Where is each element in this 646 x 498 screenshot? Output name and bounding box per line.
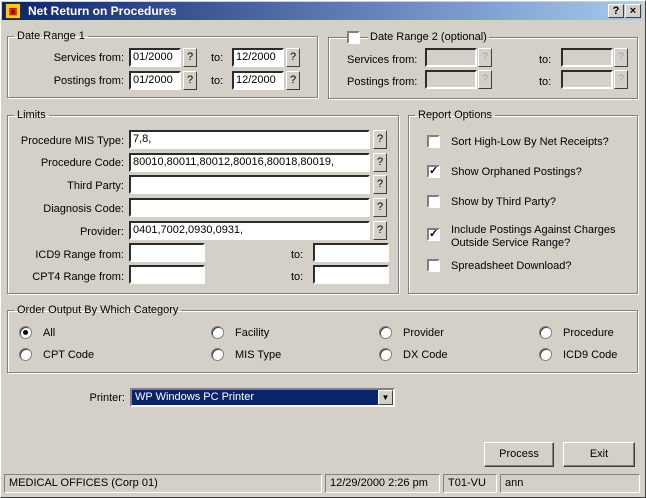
radio-procedure[interactable] <box>539 326 552 339</box>
dr2-postings-to-input[interactable] <box>561 70 613 89</box>
procedure-mis-type-label: Procedure MIS Type: <box>20 135 124 147</box>
radio-all-label: All <box>43 327 56 339</box>
postings-from-label: Postings from: <box>53 75 124 87</box>
postings-to-lookup-button[interactable]: ? <box>286 71 300 90</box>
cpt4-to-input[interactable] <box>313 265 389 284</box>
cpt4-to-label: to: <box>291 271 304 283</box>
printer-select[interactable]: WP Windows PC Printer ▼ <box>130 388 395 407</box>
radio-dx-code-label: DX Code <box>403 349 448 361</box>
title-bar[interactable]: ▣ Net Return on Procedures ? × <box>2 2 642 20</box>
window-title: Net Return on Procedures <box>28 4 177 18</box>
provider-input[interactable]: 0401,7002,0930,0931, <box>129 221 370 240</box>
chevron-down-icon[interactable]: ▼ <box>378 390 393 405</box>
services-from-lookup-button[interactable]: ? <box>183 48 197 67</box>
include-postings-label-line2: Outside Service Range? <box>451 237 571 249</box>
third-party-lookup-button[interactable]: ? <box>373 175 387 194</box>
diagnosis-code-lookup-button[interactable]: ? <box>373 198 387 217</box>
postings-from-lookup-button[interactable]: ? <box>183 71 197 90</box>
radio-mis-type[interactable] <box>211 348 224 361</box>
report-options-legend: Report Options <box>418 109 492 121</box>
dr2-services-to-label: to: <box>539 54 552 66</box>
services-to-input[interactable]: 12/2000 <box>232 48 284 67</box>
app-icon: ▣ <box>5 3 21 19</box>
postings-to-label: to: <box>211 75 224 87</box>
radio-mis-type-label: MIS Type <box>235 349 282 361</box>
dr2-services-to-input[interactable] <box>561 48 613 67</box>
dr2-services-to-lookup-button[interactable]: ? <box>614 48 628 67</box>
procedure-code-lookup-button[interactable]: ? <box>373 153 387 172</box>
icd9-range-label: ICD9 Range from: <box>35 249 124 261</box>
third-party-input[interactable] <box>129 175 370 194</box>
include-postings-label: Include Postings Against Charges <box>451 224 616 236</box>
radio-icd9-code-label: ICD9 Code <box>563 349 618 361</box>
spreadsheet-download-label: Spreadsheet Download? <box>451 260 572 272</box>
radio-procedure-label: Procedure <box>563 327 614 339</box>
date-range-2-checkbox[interactable] <box>347 31 360 44</box>
services-from-label: Services from: <box>53 52 124 64</box>
limits-legend: Limits <box>17 109 46 121</box>
procedure-code-input[interactable]: 80010,80011,80012,80016,80018,80019, <box>129 153 370 172</box>
services-from-input[interactable]: 01/2000 <box>129 48 181 67</box>
show-by-third-party-checkbox[interactable] <box>427 195 440 208</box>
dr2-postings-to-label: to: <box>539 76 552 88</box>
dr2-postings-from-lookup-button[interactable]: ? <box>478 70 492 89</box>
radio-provider-label: Provider <box>403 327 444 339</box>
procedure-mis-type-lookup-button[interactable]: ? <box>373 130 387 149</box>
dr2-postings-from-label: Postings from: <box>347 76 418 88</box>
close-button[interactable]: × <box>625 4 641 18</box>
services-to-label: to: <box>211 52 224 64</box>
show-by-third-party-label: Show by Third Party? <box>451 196 556 208</box>
include-postings-checkbox[interactable]: ✓ <box>427 228 440 241</box>
exit-button[interactable]: Exit <box>563 442 635 467</box>
order-output-legend: Order Output By Which Category <box>17 304 179 316</box>
help-button[interactable]: ? <box>608 4 624 18</box>
printer-label: Printer: <box>89 392 125 404</box>
radio-facility-label: Facility <box>235 327 270 339</box>
radio-cpt-code[interactable] <box>19 348 32 361</box>
services-to-lookup-button[interactable]: ? <box>286 48 300 67</box>
date-range-2-legend: Date Range 2 (optional) <box>368 31 489 43</box>
status-user: ann <box>500 474 640 493</box>
icd9-to-input[interactable] <box>313 243 389 262</box>
procedure-mis-type-input[interactable]: 7,8, <box>129 130 370 149</box>
status-terminal: T01-VU <box>443 474 497 493</box>
radio-icd9-code[interactable] <box>539 348 552 361</box>
process-button[interactable]: Process <box>484 442 554 467</box>
third-party-label: Third Party: <box>67 180 124 192</box>
postings-from-input[interactable]: 01/2000 <box>129 71 181 90</box>
postings-to-input[interactable]: 12/2000 <box>232 71 284 90</box>
icd9-from-input[interactable] <box>129 243 205 262</box>
show-orphaned-label: Show Orphaned Postings? <box>451 166 582 178</box>
cpt4-from-input[interactable] <box>129 265 205 284</box>
status-datetime: 12/29/2000 2:26 pm <box>325 474 440 493</box>
radio-all[interactable] <box>19 326 32 339</box>
date-range-1-legend: Date Range 1 <box>17 30 85 42</box>
diagnosis-code-input[interactable] <box>129 198 370 217</box>
dr2-postings-from-input[interactable] <box>425 70 477 89</box>
cpt4-range-label: CPT4 Range from: <box>32 271 124 283</box>
dr2-services-from-label: Services from: <box>347 54 418 66</box>
show-orphaned-checkbox[interactable]: ✓ <box>427 165 440 178</box>
dr2-services-from-lookup-button[interactable]: ? <box>478 48 492 67</box>
status-office: MEDICAL OFFICES (Corp 01) <box>4 474 322 493</box>
sort-high-low-checkbox[interactable] <box>427 135 440 148</box>
radio-dx-code[interactable] <box>379 348 392 361</box>
provider-label: Provider: <box>79 226 124 238</box>
diagnosis-code-label: Diagnosis Code: <box>43 203 124 215</box>
provider-lookup-button[interactable]: ? <box>373 221 387 240</box>
icd9-to-label: to: <box>291 249 304 261</box>
date-range-2-group <box>328 37 638 99</box>
sort-high-low-label: Sort High-Low By Net Receipts? <box>451 136 609 148</box>
dr2-postings-to-lookup-button[interactable]: ? <box>614 70 628 89</box>
radio-cpt-code-label: CPT Code <box>43 349 95 361</box>
radio-provider[interactable] <box>379 326 392 339</box>
radio-facility[interactable] <box>211 326 224 339</box>
printer-select-value: WP Windows PC Printer <box>135 391 254 403</box>
dr2-services-from-input[interactable] <box>425 48 477 67</box>
spreadsheet-download-checkbox[interactable] <box>427 259 440 272</box>
procedure-code-label: Procedure Code: <box>40 157 124 169</box>
